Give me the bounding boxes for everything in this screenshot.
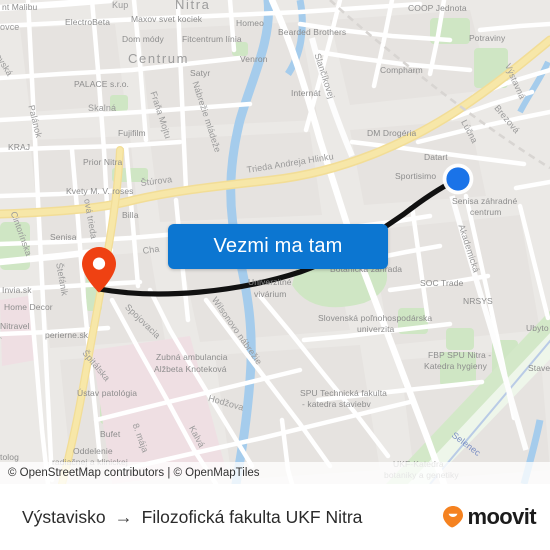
map-label: Internát [291, 88, 321, 98]
map-label: Prior Nitra [83, 157, 123, 167]
map-label: Datart [424, 152, 448, 162]
map-label: Senisa [50, 232, 77, 242]
map-label: Compharm [380, 65, 423, 75]
map-label: Dom módy [122, 34, 164, 44]
map-label: Kup [112, 0, 129, 10]
map-label: Bearded Brothers [278, 27, 347, 37]
map-label: Univerzitné [248, 277, 292, 287]
map-label: Ústav patológia [77, 388, 138, 398]
map-label: centrum [470, 207, 502, 217]
map-label: Home Decor [4, 302, 53, 312]
trip-origin-label: Výstavisko [22, 506, 106, 527]
map-label: Stavel [528, 363, 550, 373]
map-label: univerzita [357, 324, 395, 334]
map-label: Katedra hygieny [424, 361, 487, 371]
map-label: Fitcentrum línia [182, 34, 242, 44]
map-label: vivárium [254, 289, 287, 299]
map-label: Nitravel [0, 321, 30, 331]
trip-summary: Výstavisko → Filozofická fakulta UKF Nit… [22, 507, 362, 528]
map-label: NRSYS [463, 296, 493, 306]
map-label: Zubná ambulancia [156, 352, 228, 362]
map-label: Slovenská poľnohospodárska [318, 313, 433, 323]
map-label: Invia.sk [2, 285, 32, 295]
map-label: ovce [0, 22, 20, 32]
map-label: Fujifilm [118, 128, 146, 138]
map-label: SOC Trade [420, 278, 464, 288]
map-label: Skalná [88, 103, 117, 113]
moovit-pin-icon [443, 506, 464, 528]
map-label: tolog [0, 452, 19, 462]
map-label: Sportisimo [395, 171, 437, 181]
map-label: nt Malibu [2, 2, 38, 12]
map-label: Nitra [175, 0, 211, 12]
map-label: Ubyto [526, 323, 549, 333]
map-label: KRAJ [8, 142, 31, 152]
arrow-right-icon: → [114, 506, 133, 527]
map-label: Kvety M. V. roses [66, 186, 134, 196]
map-label: SPU Technická fakulta [300, 388, 387, 398]
map-attribution: © OpenStreetMap contributors | © OpenMap… [0, 462, 550, 484]
map-label: Alžbeta Knoteková [154, 364, 227, 374]
map-label: ElectroBeta [65, 17, 111, 27]
map-label: perierne.sk [45, 330, 89, 340]
map-label: Senisa záhradné [452, 196, 518, 206]
trip-footer-bar: Výstavisko → Filozofická fakulta UKF Nit… [0, 484, 550, 550]
map-label: Centrum [128, 51, 190, 66]
destination-dot-marker[interactable] [441, 162, 475, 196]
trip-destination-label: Filozofická fakulta UKF Nitra [141, 506, 363, 527]
map-label: Satyr [190, 68, 211, 78]
take-me-there-button[interactable]: Vezmi ma tam [168, 224, 388, 269]
map-label: Potraviny [469, 33, 506, 43]
map-label: DM Drogéria [367, 128, 417, 138]
moovit-trip-screen: nt Malibu Kup Nitra COOP Jednota ElectroBeta… [0, 0, 550, 550]
map-label: Oddelenie [73, 446, 113, 456]
map-label: Bufet [100, 429, 121, 439]
map-label: Homeo [236, 18, 264, 28]
map-label: PALACE s.r.o. [74, 79, 129, 89]
map-label: COOP Jednota [408, 3, 467, 13]
moovit-logo[interactable]: moovit [442, 504, 537, 530]
origin-pin-marker[interactable] [81, 246, 117, 294]
map-label: Billa [122, 210, 139, 220]
map-label: - katedra staviebv [302, 399, 371, 409]
map-label: Venron [240, 54, 268, 64]
map-canvas[interactable]: nt Malibu Kup Nitra COOP Jednota ElectroBeta… [0, 0, 550, 484]
map-label: FBP SPU Nitra - [428, 350, 492, 360]
moovit-wordmark: moovit [467, 504, 536, 529]
map-label: Maxov svet kociek [131, 14, 203, 24]
